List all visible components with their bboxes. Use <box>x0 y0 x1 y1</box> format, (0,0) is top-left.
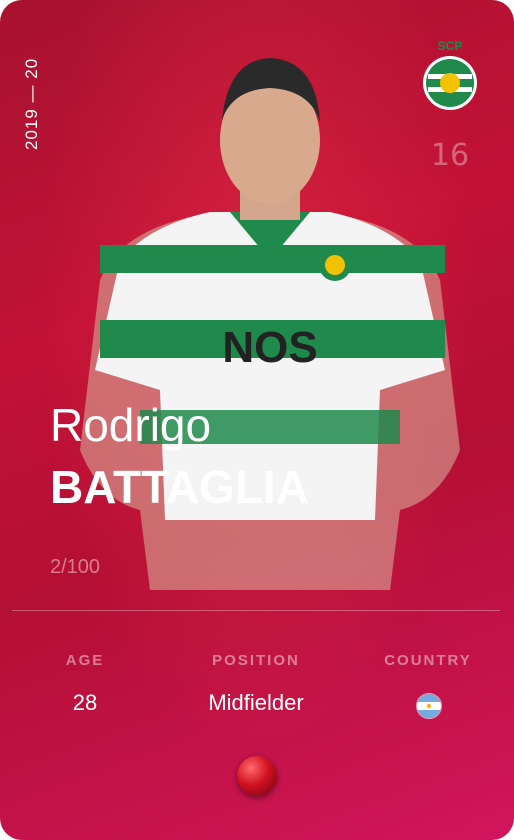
player-last-name: BATTAGLIA <box>50 461 309 513</box>
position-label: POSITION <box>212 652 300 669</box>
position-value: Midfielder <box>208 690 304 715</box>
argentina-flag-icon <box>416 693 442 719</box>
jersey-sponsor: NOS <box>222 323 317 372</box>
player-first-name: Rodrigo <box>50 399 212 451</box>
player-card[interactable]: NOS 2019 — 20 SCP 16 Rodrigo BATTAGLIA 2… <box>0 0 514 840</box>
card-gem-button[interactable] <box>237 756 277 796</box>
serial-number: 2/100 <box>50 556 101 578</box>
season-label: 2019 — 20 <box>22 57 41 150</box>
divider <box>12 610 500 611</box>
jersey-number: 16 <box>430 138 470 173</box>
age-label: AGE <box>65 652 105 669</box>
sporting-cp-crest-icon: SCP <box>423 39 477 110</box>
svg-text:SCP: SCP <box>438 39 463 53</box>
country-label: COUNTRY <box>384 652 472 669</box>
age-value: 28 <box>72 690 98 715</box>
